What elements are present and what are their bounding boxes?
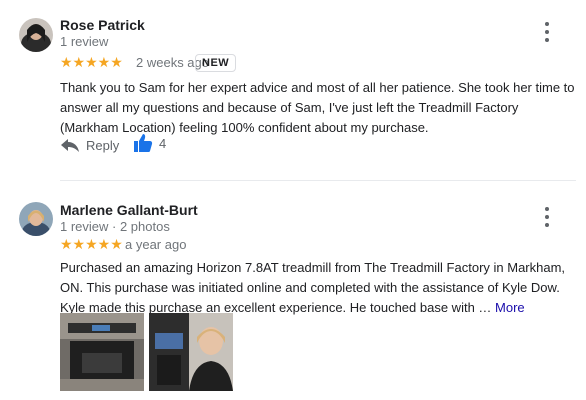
star-rating: ★★★★★ [60,236,123,252]
review-photo-2[interactable] [149,313,233,391]
review-card-2: Marlene Gallant-Burt 1 review · 2 photos… [0,0,586,400]
more-link[interactable]: More [495,300,525,315]
reviewer-meta: 1 review · 2 photos [60,219,170,234]
review-text: Purchased an amazing Horizon 7.8AT tread… [60,258,576,318]
reviewer-avatar[interactable] [19,202,53,236]
review-text-body: Purchased an amazing Horizon 7.8AT tread… [60,260,566,315]
review-time: a year ago [125,237,187,252]
more-options-icon[interactable] [539,207,555,227]
reviewer-name[interactable]: Marlene Gallant-Burt [60,202,198,218]
review-photo-1[interactable] [60,313,144,391]
